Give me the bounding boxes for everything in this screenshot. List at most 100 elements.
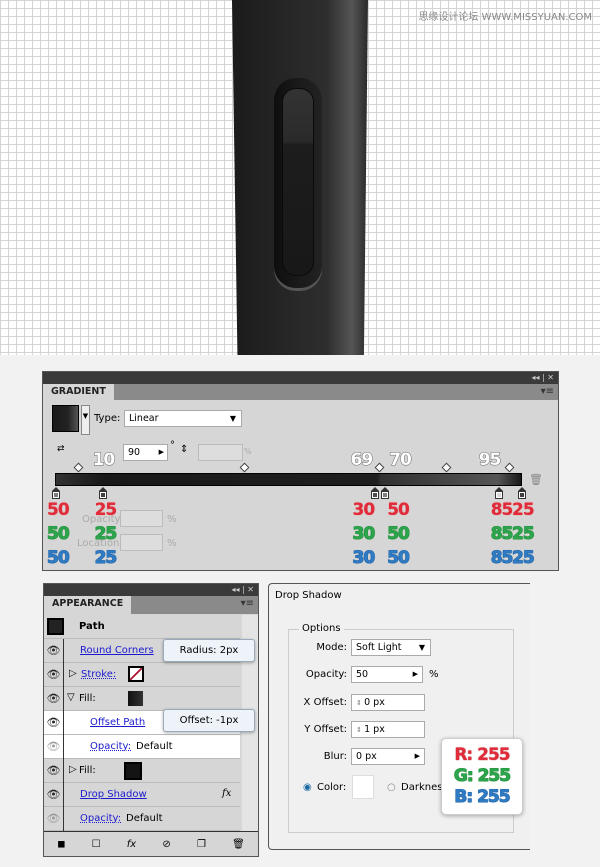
drop-shadow-row[interactable]: 👁 Drop Shadow fx <box>44 783 240 807</box>
gradient-swatch[interactable] <box>52 405 79 432</box>
type-label: Type: <box>94 413 121 424</box>
stop-location-input[interactable] <box>120 534 163 551</box>
color-label: Color: <box>317 782 347 793</box>
tab-appearance[interactable]: APPEARANCE <box>44 596 132 614</box>
stop-location-label: 10 <box>92 450 116 471</box>
eye-icon[interactable]: 👁 <box>44 687 64 711</box>
midpoint-diamond[interactable] <box>441 462 452 473</box>
mode-select[interactable]: Soft Light ▼ <box>351 639 431 656</box>
add-stroke-icon[interactable]: ☐ <box>92 839 101 850</box>
gradient-stop[interactable] <box>381 487 390 499</box>
type-select[interactable]: Linear ▼ <box>124 410 242 427</box>
fill-swatch[interactable] <box>124 762 142 780</box>
eye-icon[interactable]: 👁 <box>44 807 64 831</box>
stroke-row[interactable]: 👁 ▷ Stroke: <box>44 663 240 687</box>
x-offset-label: X Offset: <box>303 697 347 708</box>
expand-triangle-icon[interactable]: ▷ <box>69 764 77 775</box>
new-art-icon[interactable]: ◼ <box>57 839 65 850</box>
stroke-none-swatch[interactable] <box>128 666 144 682</box>
expand-triangle-icon[interactable]: ▷ <box>69 668 77 679</box>
stop-blue-value: 50 <box>47 548 71 569</box>
opacity-row[interactable]: 👁 Opacity: Default <box>44 735 240 759</box>
delete-item-icon[interactable]: 🗑 <box>232 839 245 850</box>
gradient-stop[interactable] <box>494 487 503 499</box>
stop-red-value: 30 <box>352 500 376 521</box>
aspect-ratio-input[interactable] <box>198 444 243 461</box>
midpoint-diamond[interactable] <box>504 462 515 473</box>
stop-red-value: 25 <box>94 500 118 521</box>
stop-green-value: 25 <box>94 524 118 545</box>
fill-label: Fill: <box>79 765 96 776</box>
color-swatch[interactable] <box>352 775 374 799</box>
delete-stop-icon[interactable]: 🗑 <box>529 473 543 486</box>
eye-icon[interactable]: 👁 <box>44 639 64 663</box>
eye-icon[interactable]: 👁 <box>44 783 64 807</box>
opacity-link[interactable]: Opacity: <box>80 813 121 824</box>
panel-window-controls[interactable]: ◂◂ | ✕ <box>44 584 258 596</box>
eye-icon[interactable]: 👁 <box>44 711 64 735</box>
stop-red-value: 50 <box>387 500 411 521</box>
stop-red-value: 50 <box>47 500 71 521</box>
gradient-stop[interactable] <box>52 487 60 499</box>
panel-menu-icon[interactable]: ▾≡ <box>241 598 254 609</box>
reverse-gradient-icon[interactable]: ⇄ <box>57 444 65 454</box>
rgb-callout: R: 255 G: 255 B: 255 <box>441 738 523 815</box>
bottom-toolbar: ◼ ☐ fx ⊘ ❐ 🗑 <box>44 831 258 856</box>
gradient-stop[interactable] <box>370 487 379 499</box>
midpoint-diamond[interactable] <box>73 462 84 473</box>
gradient-swatch-dropdown[interactable]: ▼ <box>81 405 90 435</box>
eye-icon[interactable]: 👁 <box>44 663 64 687</box>
y-offset-input[interactable]: ⇕ 1 px <box>351 721 425 738</box>
gradient-stop[interactable] <box>98 487 107 499</box>
stop-blue-value: 30 <box>352 548 376 569</box>
blue-value: B: 255 <box>454 787 511 808</box>
midpoint-diamond[interactable] <box>239 462 250 473</box>
stop-green-value: 25 <box>512 524 536 545</box>
add-effect-fx-icon[interactable]: fx <box>127 839 136 850</box>
dialog-title: Drop Shadow <box>275 590 342 601</box>
stop-location-label: 70 <box>389 450 413 471</box>
collapse-triangle-icon[interactable]: ▽ <box>67 692 75 703</box>
panel-menu-icon[interactable]: ▾≡ <box>541 386 554 397</box>
color-radio[interactable]: ◉ <box>303 782 312 793</box>
eye-icon[interactable]: 👁 <box>44 735 64 759</box>
stop-opacity-input[interactable] <box>120 510 163 527</box>
stop-green-value: 30 <box>352 524 376 545</box>
fill-row[interactable]: 👁 ▽ Fill: <box>44 687 240 711</box>
fill-row-2[interactable]: 👁 ▷ Fill: <box>44 759 240 783</box>
angle-input[interactable]: 90 ▶ <box>123 444 168 461</box>
gradient-panel: ◂◂ | ✕ GRADIENT ▾≡ ▼ Type: Linear ▼ ⇄ 90 ▶ … <box>42 371 559 571</box>
stop-green-value: 50 <box>387 524 411 545</box>
fill-gradient-swatch[interactable] <box>128 691 143 706</box>
path-row[interactable]: Path <box>44 615 240 639</box>
opacity-value: Default <box>126 813 163 824</box>
clear-appearance-icon[interactable]: ⊘ <box>162 839 170 850</box>
x-offset-input[interactable]: ⇕ 0 px <box>351 694 425 711</box>
blur-input[interactable]: 0 px ▶ <box>351 748 425 765</box>
stop-red-value: 85 <box>490 500 514 521</box>
opacity-link[interactable]: Opacity: <box>90 741 131 752</box>
offset-path-link[interactable]: Offset Path <box>90 717 145 728</box>
round-corners-link[interactable]: Round Corners <box>80 645 154 656</box>
eye-icon[interactable]: 👁 <box>44 759 64 783</box>
darkness-radio[interactable]: ○ <box>387 782 396 793</box>
gradient-stop[interactable] <box>518 487 526 499</box>
path-thumbnail <box>47 618 64 635</box>
stroke-link[interactable]: Stroke: <box>81 669 116 680</box>
mode-label: Mode: <box>316 642 347 653</box>
duplicate-item-icon[interactable]: ❐ <box>197 839 206 850</box>
fx-icon: fx <box>222 788 232 799</box>
stop-green-value: 50 <box>47 524 71 545</box>
opacity-input[interactable]: 50 ▶ <box>351 666 423 683</box>
fill-label: Fill: <box>79 693 96 704</box>
stop-blue-value: 85 <box>490 548 514 569</box>
opacity-row-2[interactable]: 👁 Opacity: Default <box>44 807 240 831</box>
drop-shadow-link[interactable]: Drop Shadow <box>80 789 147 800</box>
tab-gradient[interactable]: GRADIENT <box>43 384 114 400</box>
red-value: R: 255 <box>454 745 511 766</box>
y-offset-label: Y Offset: <box>304 724 347 735</box>
panel-window-controls[interactable]: ◂◂ | ✕ <box>43 372 558 384</box>
midpoint-diamond[interactable] <box>374 462 385 473</box>
path-title: Path <box>79 621 105 632</box>
gradient-slider[interactable] <box>55 473 522 486</box>
